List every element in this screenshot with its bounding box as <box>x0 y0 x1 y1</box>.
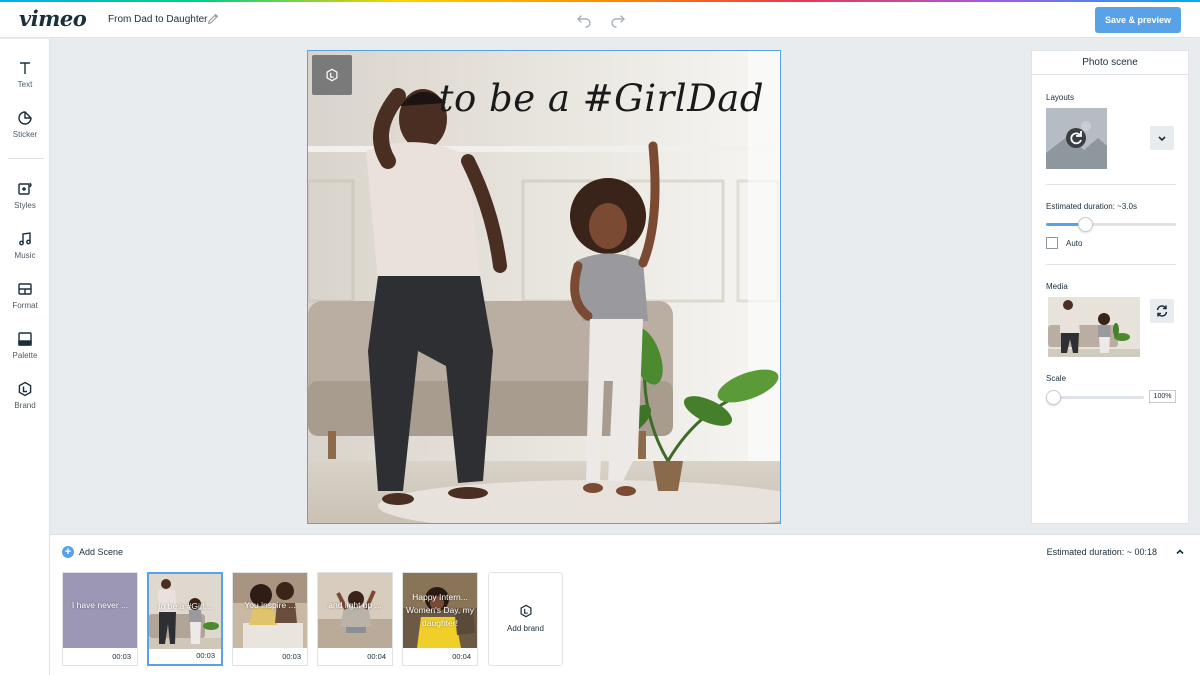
add-scene-button[interactable]: + Add Scene <box>62 545 123 559</box>
scene-duration: 00:03 <box>196 651 215 660</box>
panel-divider <box>1046 264 1176 265</box>
panel-divider <box>1046 184 1176 185</box>
total-duration: Estimated duration: ~ 00:18 <box>1046 547 1157 557</box>
sidebar-item-text[interactable]: Text <box>0 60 50 100</box>
pencil-icon[interactable] <box>206 12 220 26</box>
scene-card-selected[interactable]: to be a #Girl... 00:03 <box>147 572 223 666</box>
scene-canvas[interactable]: to be a #GirlDad <box>307 50 781 524</box>
sidebar-item-label: Palette <box>12 351 38 360</box>
add-brand-button[interactable]: Add brand <box>488 572 563 666</box>
palette-icon <box>18 332 32 346</box>
vimeo-logo[interactable]: vimeo <box>19 6 87 31</box>
sidebar-item-format[interactable]: Format <box>0 281 50 321</box>
scene-text: I have never ... <box>71 600 129 610</box>
layouts-label: Layouts <box>1046 93 1075 102</box>
undo-icon[interactable] <box>576 12 592 28</box>
panel-title: Photo scene <box>1032 51 1188 75</box>
sidebar-item-label: Format <box>12 301 38 310</box>
chevron-up-icon[interactable] <box>1174 546 1186 558</box>
brand-icon <box>326 68 338 82</box>
scene-photo <box>308 51 780 523</box>
scale-slider[interactable] <box>1046 390 1144 405</box>
brand-watermark-badge[interactable] <box>312 55 352 95</box>
sidebar-item-palette[interactable]: Palette <box>0 331 50 371</box>
scene-duration: 00:03 <box>112 652 131 661</box>
scene-text: Happy Intern... Women's Day, my daughter… <box>406 592 474 628</box>
duration-label: Estimated duration: ~3.0s <box>1046 202 1137 211</box>
scale-value-input[interactable]: 100% <box>1149 390 1176 403</box>
scene-card[interactable]: Happy Intern... Women's Day, my daughter… <box>402 572 478 666</box>
save-preview-button[interactable]: Save & preview <box>1095 7 1181 33</box>
layouts-dropdown-button[interactable] <box>1150 126 1174 150</box>
refresh-icon <box>1156 305 1168 317</box>
sidebar-item-styles[interactable]: Styles <box>0 181 50 221</box>
sidebar-item-sticker[interactable]: Sticker <box>0 110 50 150</box>
sidebar-item-brand[interactable]: Brand <box>0 381 50 421</box>
scale-slider-handle[interactable] <box>1046 390 1061 405</box>
scene-duration: 00:04 <box>452 652 471 661</box>
scene-text: and light up ... <box>328 600 382 610</box>
add-scene-label: Add Scene <box>79 547 124 557</box>
sidebar-item-label: Text <box>17 80 33 89</box>
top-bar: vimeo From Dad to Daughter Save & previe… <box>0 2 1200 38</box>
scale-label: Scale <box>1046 374 1067 383</box>
photo-scene-panel: Photo scene Layouts Estimated duration: … <box>1031 50 1189 524</box>
brand-icon <box>18 381 32 397</box>
music-icon <box>19 232 31 246</box>
duration-slider[interactable] <box>1046 217 1176 232</box>
sidebar-item-label: Brand <box>14 401 36 410</box>
brand-icon <box>519 604 532 618</box>
plus-icon: + <box>62 546 74 558</box>
scene-duration: 00:03 <box>282 652 301 661</box>
chevron-down-icon <box>1158 136 1166 142</box>
media-thumbnail[interactable] <box>1048 297 1140 357</box>
add-brand-label: Add brand <box>507 624 544 633</box>
replace-media-button[interactable] <box>1150 299 1174 323</box>
scene-text: You inspire ... <box>244 600 296 610</box>
scene-card[interactable]: I have never ... 00:03 <box>62 572 138 666</box>
sticker-icon <box>18 111 32 125</box>
redo-icon[interactable] <box>610 12 626 28</box>
scene-card[interactable]: and light up ... 00:04 <box>317 572 393 666</box>
scene-card[interactable]: You inspire ... 00:03 <box>232 572 308 666</box>
scene-duration: 00:04 <box>367 652 386 661</box>
styles-icon <box>18 182 32 195</box>
format-icon <box>18 283 32 295</box>
duration-slider-handle[interactable] <box>1078 217 1094 232</box>
sidebar-item-label: Styles <box>14 201 36 210</box>
sidebar-item-label: Sticker <box>12 130 38 139</box>
scene-timeline: + Add Scene Estimated duration: ~ 00:18 … <box>50 534 1200 675</box>
sidebar-divider <box>8 158 44 159</box>
layout-thumbnail[interactable] <box>1046 108 1107 169</box>
sidebar-item-label: Music <box>14 251 36 260</box>
auto-label: Auto <box>1066 239 1083 248</box>
auto-checkbox[interactable] <box>1046 237 1058 249</box>
sidebar-item-music[interactable]: Music <box>0 231 50 271</box>
tool-sidebar: Text Sticker Styles Music Format Palette… <box>0 39 50 675</box>
scene-caption[interactable]: to be a #GirlDad <box>439 77 764 120</box>
text-icon <box>20 62 30 74</box>
media-label: Media <box>1046 282 1068 291</box>
scene-text: to be a #Girl... <box>158 601 212 611</box>
project-title[interactable]: From Dad to Daughter <box>108 14 208 25</box>
